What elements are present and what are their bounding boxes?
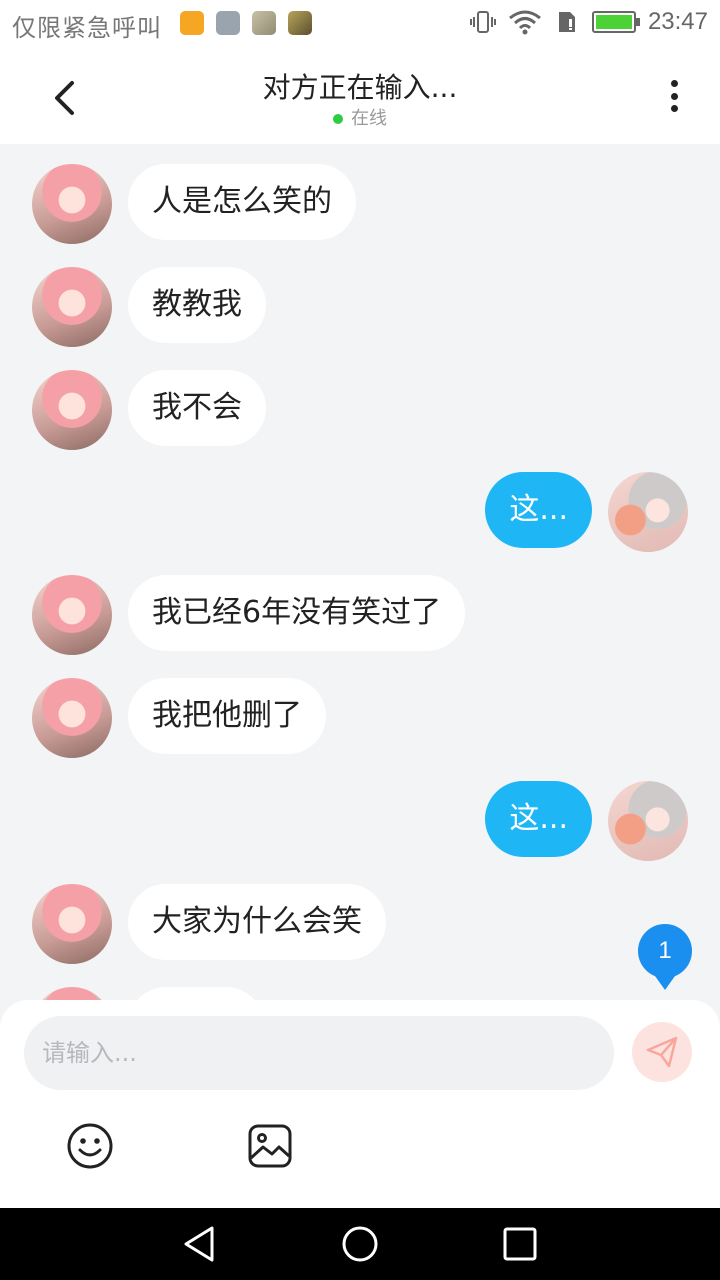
message-row: 我不会 [0,370,720,450]
message-input[interactable] [24,1016,614,1090]
photo-notification-icon [252,11,276,35]
message-row: 我把他删了 [0,678,720,758]
carrier-text: 仅限紧急呼叫 [12,14,162,42]
app-notification-icon [180,11,204,35]
contact-avatar[interactable] [32,164,112,244]
message-row: 教教我 [0,267,720,347]
emoji-icon [67,1123,113,1169]
image-icon [248,1124,292,1168]
image-button[interactable] [246,1122,294,1170]
contact-avatar[interactable] [32,987,112,1000]
nav-home-button[interactable] [340,1224,380,1264]
message-row-partial [0,987,720,1000]
system-navigation-bar [0,1208,720,1280]
send-icon [646,1036,678,1068]
message-composer [0,1000,720,1208]
nav-recents-button[interactable] [500,1224,540,1264]
received-message-bubble[interactable]: 人是怎么笑的 [128,164,356,240]
received-message-bubble[interactable]: 我把他删了 [128,678,326,754]
received-message-bubble[interactable]: 我不会 [128,370,266,446]
contact-avatar[interactable] [32,678,112,758]
battery-icon [591,11,640,33]
online-dot-icon [333,114,343,124]
message-row: 人是怎么笑的 [0,164,720,244]
status-bar: 仅限紧急呼叫 23:47 [0,0,720,48]
message-row: 我已经6年没有笑过了 [0,575,720,655]
sent-message-bubble[interactable]: 这... [485,781,592,857]
status-right: 23:47 [469,8,708,36]
message-row: 这... [0,781,720,861]
sent-message-bubble[interactable]: 这... [485,472,592,548]
unread-count-badge[interactable]: 1 [638,924,692,990]
my-avatar[interactable] [608,781,688,861]
received-message-bubble[interactable]: 教教我 [128,267,266,343]
gallery-notification-icon [216,11,240,35]
nav-home-icon [342,1226,378,1262]
more-options-button[interactable] [658,76,690,116]
chat-title: 对方正在输入... [262,71,458,104]
message-row: 大家为什么会笑 [0,884,720,964]
message-row: 这... [0,472,720,552]
photo-notification-icon [288,11,312,35]
nav-back-button[interactable] [180,1224,220,1264]
received-message-bubble[interactable]: 我已经6年没有笑过了 [128,575,466,651]
send-button[interactable] [632,1022,692,1082]
nav-recents-icon [503,1227,537,1261]
more-vertical-icon [670,80,678,87]
sim-icon [558,12,575,32]
notification-icons [180,11,312,35]
online-status-label: 在线 [351,108,387,129]
contact-avatar[interactable] [32,575,112,655]
wifi-icon [509,10,541,35]
chat-header: 对方正在输入... 在线 [0,48,720,144]
received-message-bubble[interactable]: 大家为什么会笑 [128,884,386,960]
vibrate-icon [469,11,496,33]
my-avatar[interactable] [608,472,688,552]
nav-back-icon [184,1226,214,1262]
received-message-bubble[interactable] [128,987,264,1000]
message-list[interactable]: 人是怎么笑的 教教我 我不会 这... 我已经6年没有笑过了 我把他删了 这..… [0,144,720,1000]
clock: 23:47 [647,8,708,35]
contact-avatar[interactable] [32,267,112,347]
emoji-button[interactable] [66,1122,114,1170]
contact-avatar[interactable] [32,370,112,450]
online-status: 在线 [0,104,720,130]
contact-avatar[interactable] [32,884,112,964]
